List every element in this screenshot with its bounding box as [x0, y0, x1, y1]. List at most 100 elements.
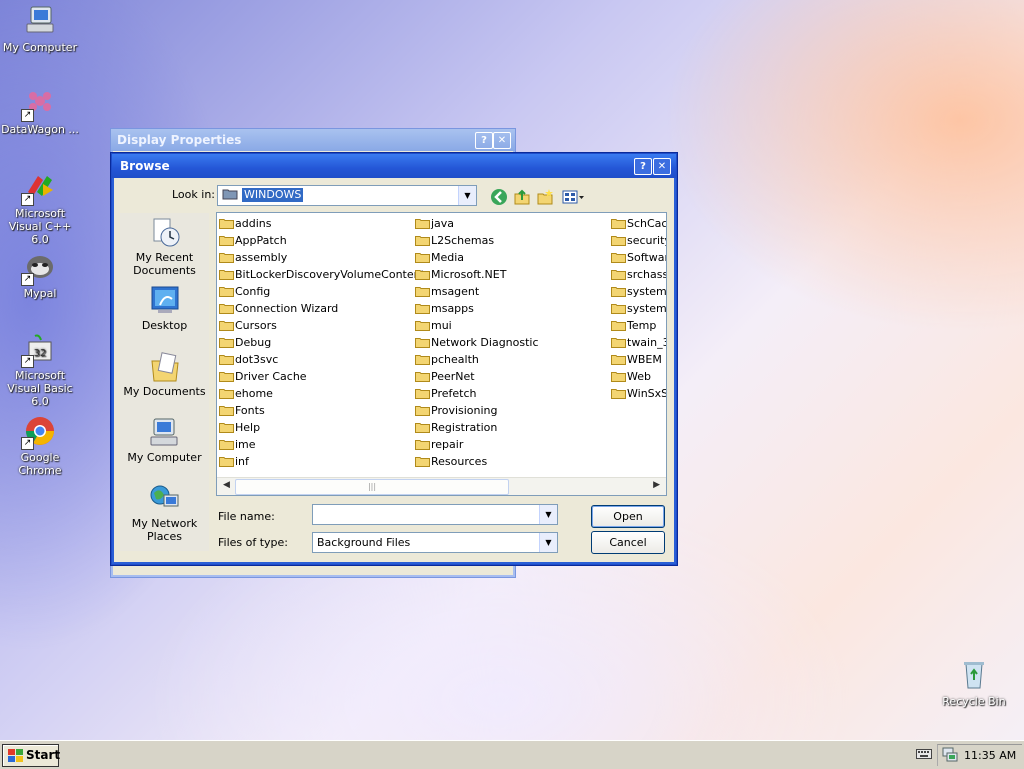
folder-item[interactable]: twain_3 [609, 334, 666, 351]
folder-item[interactable]: Prefetch [413, 385, 539, 402]
folder-item[interactable]: Media [413, 249, 539, 266]
folder-item[interactable]: assembly [217, 249, 431, 266]
desktop-icon-visual-basic[interactable]: 32 ↗ Microsoft Visual Basic 6.0 [0, 332, 80, 408]
scrollbar-thumb[interactable]: ||| [235, 479, 509, 495]
folder-item[interactable]: msapps [413, 300, 539, 317]
horizontal-scrollbar[interactable]: ◀ ||| ▶ [217, 477, 666, 495]
chevron-down-icon[interactable]: ▼ [539, 505, 557, 524]
folder-name: WinSxS [627, 387, 667, 400]
folder-item[interactable]: Microsoft.NET [413, 266, 539, 283]
desktop-icon-datawagon[interactable]: ↗ DataWagon ... [0, 86, 80, 136]
folder-item[interactable]: BitLockerDiscoveryVolumeContents [217, 266, 431, 283]
folder-column-1: addins AppPatch assembly BitLockerDiscovery… [217, 215, 431, 470]
cancel-button[interactable]: Cancel [591, 531, 665, 554]
place-my-documents[interactable]: My Documents [120, 351, 209, 398]
folder-name: security [627, 234, 667, 247]
chevron-down-icon[interactable]: ▼ [458, 186, 476, 205]
folder-item[interactable]: Resources [413, 453, 539, 470]
folder-item[interactable]: Temp [609, 317, 666, 334]
folder-item[interactable]: java [413, 215, 539, 232]
new-folder-icon[interactable] [536, 188, 554, 206]
desktop-icon-google-chrome[interactable]: ↗ Google Chrome [0, 414, 80, 477]
up-folder-icon[interactable] [513, 188, 531, 206]
folder-item[interactable]: system3 [609, 300, 666, 317]
folder-item[interactable]: msagent [413, 283, 539, 300]
place-my-network-places[interactable]: My Network Places [120, 483, 209, 543]
folder-item[interactable]: srchass [609, 266, 666, 283]
folder-item[interactable]: Network Diagnostic [413, 334, 539, 351]
folder-item[interactable]: Driver Cache [217, 368, 431, 385]
help-button[interactable]: ? [634, 158, 652, 175]
folder-item[interactable]: inf [217, 453, 431, 470]
display-properties-title-bar[interactable]: Display Properties ? ✕ [111, 129, 515, 151]
folder-item[interactable]: security [609, 232, 667, 249]
folder-item[interactable]: WBEM [609, 351, 666, 368]
back-icon[interactable] [490, 188, 508, 206]
files-of-type-select[interactable]: Background Files ▼ [312, 532, 558, 553]
folder-item[interactable]: pchealth [413, 351, 539, 368]
folder-item[interactable]: PeerNet [413, 368, 539, 385]
folder-item[interactable]: SchCacl [609, 215, 666, 232]
files-of-type-label: Files of type: [218, 536, 289, 549]
folder-item[interactable]: AppPatch [217, 232, 431, 249]
look-in-combo[interactable]: WINDOWS ▼ [217, 185, 477, 206]
open-button[interactable]: Open [591, 505, 665, 528]
folder-icon [415, 355, 430, 365]
folder-item[interactable]: Cursors [217, 317, 431, 334]
place-desktop[interactable]: Desktop [120, 285, 209, 332]
folder-icon [415, 372, 430, 382]
folder-item[interactable]: Config [217, 283, 431, 300]
desktop-icon-mypal[interactable]: ↗ Mypal [0, 250, 80, 300]
place-label: My Recent Documents [133, 251, 196, 277]
desktop-icon-label: Mypal [23, 287, 57, 300]
my-computer-icon [148, 417, 182, 449]
folder-icon [415, 457, 430, 467]
help-button[interactable]: ? [475, 132, 493, 149]
folder-icon [611, 304, 626, 314]
network-status-icon[interactable] [942, 747, 958, 763]
folder-item[interactable]: Fonts [217, 402, 431, 419]
folder-icon [219, 338, 234, 348]
close-button[interactable]: ✕ [653, 158, 671, 175]
folder-item[interactable]: ime [217, 436, 431, 453]
folder-item[interactable]: Softwar [609, 249, 666, 266]
folder-item[interactable]: addins [217, 215, 431, 232]
folder-item[interactable]: system [609, 283, 666, 300]
view-menu-icon[interactable] [562, 188, 586, 206]
desktop-icon-my-computer[interactable]: My Computer [0, 4, 80, 54]
clock[interactable]: 11:35 AM [964, 745, 1016, 766]
folder-item[interactable]: ehome [217, 385, 431, 402]
keyboard-icon[interactable] [916, 748, 932, 760]
browse-title-bar[interactable]: Browse ? ✕ [112, 154, 676, 178]
folder-item[interactable]: L2Schemas [413, 232, 539, 249]
chevron-down-icon[interactable]: ▼ [539, 533, 557, 552]
desktop-icon-recycle-bin[interactable]: Recycle Bin [934, 658, 1014, 708]
folder-item[interactable]: repair [413, 436, 539, 453]
folder-item[interactable]: Web [609, 368, 666, 385]
scroll-left-icon[interactable]: ◀ [223, 480, 230, 490]
place-my-computer[interactable]: My Computer [120, 417, 209, 464]
scroll-right-icon[interactable]: ▶ [653, 480, 660, 490]
desktop-icon-label: My Computer [2, 41, 78, 54]
file-name-field[interactable]: ▼ [312, 504, 558, 525]
folder-list-view[interactable]: addins AppPatch assembly BitLockerDiscovery… [216, 212, 667, 496]
start-button[interactable]: Start [2, 744, 60, 767]
folder-item[interactable]: Provisioning [413, 402, 539, 419]
browse-dialog: Browse ? ✕ Look in: WINDOWS ▼ My Recent … [111, 153, 677, 565]
folder-item[interactable]: Help [217, 419, 431, 436]
folder-icon [611, 219, 626, 229]
folder-item[interactable]: Connection Wizard [217, 300, 431, 317]
folder-item[interactable]: WinSxS [609, 385, 667, 402]
folder-icon [611, 338, 626, 348]
folder-name: mui [431, 319, 452, 332]
folder-item[interactable]: dot3svc [217, 351, 431, 368]
desktop-icon-visual-cpp[interactable]: ↗ Microsoft Visual C++ 6.0 [0, 170, 80, 246]
folder-item[interactable]: Debug [217, 334, 431, 351]
shortcut-arrow-icon: ↗ [21, 437, 34, 450]
desktop-icon-label: Microsoft Visual Basic 6.0 [7, 369, 73, 408]
place-my-recent-documents[interactable]: My Recent Documents [120, 217, 209, 277]
folder-name: repair [431, 438, 464, 451]
folder-item[interactable]: Registration [413, 419, 539, 436]
folder-item[interactable]: mui [413, 317, 539, 334]
close-button[interactable]: ✕ [493, 132, 511, 149]
